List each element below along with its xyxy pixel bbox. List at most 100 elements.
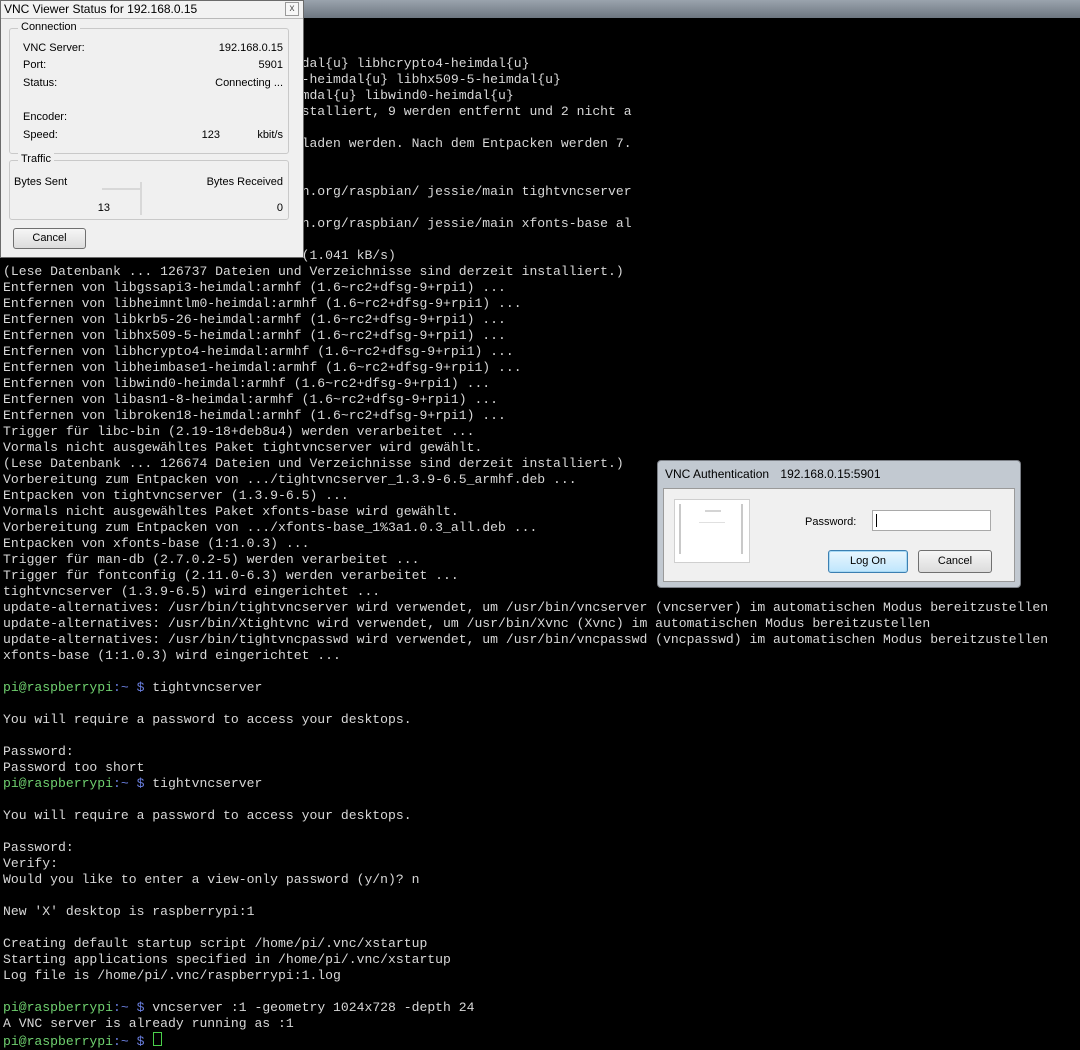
auth-dialog-body: Password: Log On Cancel bbox=[663, 488, 1015, 582]
terminal-line-text: Password: bbox=[3, 840, 74, 855]
terminal-line-text: Password too short bbox=[3, 760, 145, 775]
terminal-line-text: update-alternatives: /usr/bin/tightvncpa… bbox=[3, 632, 1049, 647]
terminal-line-text: Starting applications specified in /home… bbox=[3, 952, 451, 967]
bytes-sent-label: Bytes Sent bbox=[14, 176, 68, 188]
terminal-line: Trigger für libc-bin (2.19-18+deb8u4) we… bbox=[3, 424, 1048, 440]
terminal-line: (Lese Datenbank ... 126737 Dateien und V… bbox=[3, 264, 1048, 280]
encoder-label: Encoder: bbox=[23, 111, 68, 123]
port-value: 5901 bbox=[258, 59, 283, 71]
terminal-line-text: Entfernen von libhcrypto4-heimdal:armhf … bbox=[3, 344, 514, 359]
terminal-prompt-line: pi@raspberrypi:~ $ bbox=[3, 1032, 1048, 1049]
vnc-authentication-dialog: VNC Authentication 192.168.0.15:5901 Pas… bbox=[657, 460, 1021, 588]
terminal-line: Entfernen von libkrb5-26-heimdal:armhf (… bbox=[3, 312, 1048, 328]
terminal-line-text: Would you like to enter a view-only pass… bbox=[3, 872, 420, 887]
terminal-line: xfonts-base (1:1.0.3) wird eingerichtet … bbox=[3, 648, 1048, 664]
terminal-line: Creating default startup script /home/pi… bbox=[3, 936, 1048, 952]
status-label: Status: bbox=[23, 77, 58, 89]
server-label: VNC Server: bbox=[23, 42, 85, 54]
terminal-line-text: Verify: bbox=[3, 856, 59, 871]
terminal-line: Entfernen von libheimbase1-heimdal:armhf… bbox=[3, 360, 1048, 376]
terminal-line-text: Password: bbox=[3, 744, 74, 759]
terminal-line: New 'X' desktop is raspberrypi:1 bbox=[3, 904, 1048, 920]
terminal-line-text: Trigger für fontconfig (2.11.0-6.3) werd… bbox=[3, 568, 459, 583]
status-window-title: VNC Viewer Status for 192.168.0.15 bbox=[4, 2, 198, 16]
speed-value: 123 bbox=[201, 129, 220, 141]
log-on-button[interactable]: Log On bbox=[828, 550, 908, 573]
prompt-user: pi@raspberrypi bbox=[3, 776, 114, 791]
terminal-line: Password: bbox=[3, 840, 1048, 856]
bytes-sent-value: 13 bbox=[97, 202, 110, 214]
terminal-line: Starting applications specified in /home… bbox=[3, 952, 1048, 968]
status-value: Connecting ... bbox=[215, 77, 283, 89]
bytes-received-label: Bytes Received bbox=[206, 176, 283, 188]
terminal-line: Entfernen von libroken18-heimdal:armhf (… bbox=[3, 408, 1048, 424]
terminal-line: Log file is /home/pi/.vnc/raspberrypi:1.… bbox=[3, 968, 1048, 984]
terminal-prompt-line: pi@raspberrypi:~ $ tightvncserver bbox=[3, 680, 1048, 696]
text-caret bbox=[876, 514, 877, 527]
terminal-line: Entfernen von libgssapi3-heimdal:armhf (… bbox=[3, 280, 1048, 296]
terminal-line-text: Creating default startup script /home/pi… bbox=[3, 936, 428, 951]
terminal-line: update-alternatives: /usr/bin/Xtightvnc … bbox=[3, 616, 1048, 632]
port-label: Port: bbox=[23, 59, 47, 71]
terminal-line-text: Entpacken von tightvncserver (1.3.9-6.5)… bbox=[3, 488, 349, 503]
terminal-line-text: A VNC server is already running as :1 bbox=[3, 1016, 294, 1031]
terminal-line-text: Entfernen von libheimbase1-heimdal:armhf… bbox=[3, 360, 522, 375]
prompt-path: :~ $ bbox=[113, 1034, 145, 1049]
auth-cancel-button[interactable]: Cancel bbox=[918, 550, 992, 573]
prompt-user: pi@raspberrypi bbox=[3, 1000, 114, 1015]
terminal-line-text: Entfernen von libasn1-8-heimdal:armhf (1… bbox=[3, 392, 499, 407]
auth-dialog-host: 192.168.0.15:5901 bbox=[780, 467, 881, 481]
terminal-line: Entfernen von libasn1-8-heimdal:armhf (1… bbox=[3, 392, 1048, 408]
terminal-line-text: Entfernen von libhx509-5-heimdal:armhf (… bbox=[3, 328, 506, 343]
status-cancel-button[interactable]: Cancel bbox=[13, 228, 86, 249]
terminal-line-text: Trigger für libc-bin (2.19-18+deb8u4) we… bbox=[3, 424, 475, 439]
terminal-cursor bbox=[153, 1032, 163, 1046]
terminal-line-text: tightvncserver bbox=[144, 680, 263, 695]
terminal-line: A VNC server is already running as :1 bbox=[3, 1016, 1048, 1032]
terminal-line: Entfernen von libhx509-5-heimdal:armhf (… bbox=[3, 328, 1048, 344]
prompt-path: :~ $ bbox=[113, 776, 145, 791]
terminal-line: Entfernen von libhcrypto4-heimdal:armhf … bbox=[3, 344, 1048, 360]
terminal-line: Password: bbox=[3, 744, 1048, 760]
terminal-line-text: New 'X' desktop is raspberrypi:1 bbox=[3, 904, 255, 919]
terminal-line-text: Vorbereitung zum Entpacken von .../tight… bbox=[3, 472, 577, 487]
auth-dialog-titlebar[interactable]: VNC Authentication 192.168.0.15:5901 bbox=[658, 461, 1020, 486]
terminal-line: Entfernen von libheimntlm0-heimdal:armhf… bbox=[3, 296, 1048, 312]
traffic-legend: Traffic bbox=[18, 153, 54, 165]
terminal-line: Would you like to enter a view-only pass… bbox=[3, 872, 1048, 888]
terminal-line-text: Entfernen von libkrb5-26-heimdal:armhf (… bbox=[3, 312, 506, 327]
terminal-line-text: xfonts-base (1:1.0.3) wird eingerichtet … bbox=[3, 648, 341, 663]
password-field[interactable] bbox=[872, 510, 991, 531]
terminal-prompt-line: pi@raspberrypi:~ $ tightvncserver bbox=[3, 776, 1048, 792]
bytes-received-value: 0 bbox=[276, 202, 283, 214]
terminal-line-text: Vormals nicht ausgewähltes Paket tightvn… bbox=[3, 440, 483, 455]
terminal-line: Verify: bbox=[3, 856, 1048, 872]
terminal-line-text: Vorbereitung zum Entpacken von .../xfont… bbox=[3, 520, 538, 535]
prompt-user: pi@raspberrypi bbox=[3, 680, 114, 695]
terminal-line-text: (Lese Datenbank ... 126737 Dateien und V… bbox=[3, 264, 624, 279]
vnc-status-window: VNC Viewer Status for 192.168.0.15 x Con… bbox=[0, 0, 304, 258]
terminal-line-text: update-alternatives: /usr/bin/tightvncse… bbox=[3, 600, 1049, 615]
password-label: Password: bbox=[805, 516, 857, 528]
terminal-line: update-alternatives: /usr/bin/tightvncse… bbox=[3, 600, 1048, 616]
terminal-line-text: tightvncserver (1.3.9-6.5) wird eingeric… bbox=[3, 584, 381, 599]
terminal-line-text: tightvncserver bbox=[144, 776, 263, 791]
close-icon[interactable]: x bbox=[285, 2, 299, 16]
terminal-line-text: Entfernen von libgssapi3-heimdal:armhf (… bbox=[3, 280, 506, 295]
prompt-user: pi@raspberrypi bbox=[3, 1034, 114, 1049]
terminal-line: Password too short bbox=[3, 760, 1048, 776]
terminal-prompt-line: pi@raspberrypi:~ $ vncserver :1 -geometr… bbox=[3, 1000, 1048, 1016]
terminal-line-text: Log file is /home/pi/.vnc/raspberrypi:1.… bbox=[3, 968, 341, 983]
terminal-line-text: vncserver :1 -geometry 1024x728 -depth 2… bbox=[144, 1000, 475, 1015]
speed-label: Speed: bbox=[23, 129, 58, 141]
connection-group: Connection VNC Server: 192.168.0.15 Port… bbox=[9, 21, 289, 154]
terminal-line-text: Entfernen von libwind0-heimdal:armhf (1.… bbox=[3, 376, 491, 391]
status-window-titlebar[interactable]: VNC Viewer Status for 192.168.0.15 x bbox=[1, 1, 303, 19]
terminal-line-text bbox=[144, 1034, 152, 1049]
